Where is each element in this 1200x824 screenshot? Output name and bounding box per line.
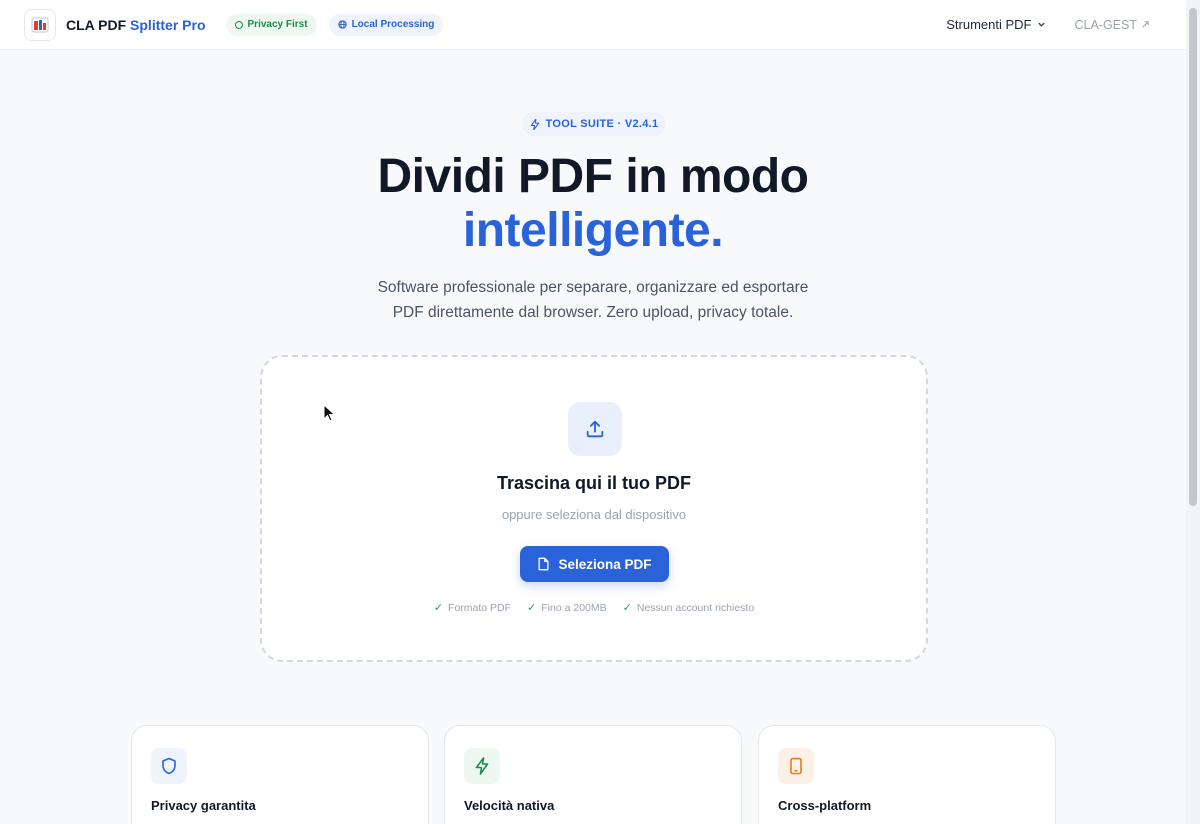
chevron-down-icon xyxy=(1038,22,1046,27)
select-pdf-label: Seleziona PDF xyxy=(558,556,652,572)
page-scrollbar[interactable] xyxy=(1186,0,1200,824)
feature-card-privacy: Privacy garantita xyxy=(131,725,429,824)
bolt-icon-box xyxy=(464,748,500,784)
local-processing-badge: Local Processing xyxy=(328,13,444,36)
select-pdf-button[interactable]: Seleziona PDF xyxy=(520,546,669,582)
cla-gest-label: CLA-GEST xyxy=(1074,17,1137,32)
version-badge-label: TOOL SUITE · V2.4.1 xyxy=(545,118,659,130)
feature-card-title: Cross-platform xyxy=(778,798,872,813)
feature-card-crossplatform: Cross-platform xyxy=(758,725,1056,824)
hero-title-line1: Dividi PDF in modo xyxy=(377,150,810,203)
check-icon: ✓ xyxy=(433,602,444,614)
dropzone-title: Trascina qui il tuo PDF xyxy=(496,473,692,493)
version-badge: TOOL SUITE · V2.4.1 xyxy=(522,112,666,136)
feature-card-speed: Velocità nativa xyxy=(444,725,742,824)
globe-icon xyxy=(337,20,347,29)
top-header: CLA PDF Splitter Pro Privacy First Local… xyxy=(0,0,1186,50)
feature-label: Formato PDF xyxy=(448,601,512,614)
feature-card-title: Privacy garantita xyxy=(151,798,256,813)
brand-accent-text: Splitter Pro xyxy=(130,16,206,33)
bolt-icon xyxy=(530,118,539,130)
app-logo[interactable] xyxy=(24,8,56,41)
feature-item: ✓ Nessun account richiesto xyxy=(622,601,755,615)
dropzone-subtitle: oppure seleziona dal dispositivo xyxy=(501,507,687,522)
file-icon xyxy=(538,557,550,571)
privacy-badge-label: Privacy First xyxy=(247,19,308,30)
cla-gest-link[interactable]: CLA-GEST xyxy=(1074,18,1150,32)
feature-card-title: Velocità nativa xyxy=(464,798,555,813)
tools-dropdown-label: Strumenti PDF xyxy=(946,17,1032,32)
privacy-first-badge: Privacy First xyxy=(225,13,317,36)
hero-title: Dividi PDF in modo intelligente. xyxy=(0,150,1186,258)
hero-subtitle-line2: PDF direttamente dal browser. Zero uploa… xyxy=(392,304,794,321)
shield-dot-icon xyxy=(234,20,243,29)
brand-name[interactable]: CLA PDF Splitter Pro xyxy=(66,17,206,33)
bolt-icon xyxy=(475,757,489,775)
tools-dropdown[interactable]: Strumenti PDF xyxy=(946,17,1046,32)
pdf-dropzone[interactable]: Trascina qui il tuo PDF oppure seleziona… xyxy=(260,355,928,662)
hero-subtitle-line1: Software professionale per separare, org… xyxy=(377,279,809,296)
shield-icon xyxy=(162,757,176,775)
logo-icon xyxy=(31,17,49,32)
mouse-cursor-icon xyxy=(323,404,336,422)
scrollbar-thumb[interactable] xyxy=(1189,8,1197,506)
shield-icon-box xyxy=(151,748,187,784)
feature-item: ✓ Fino a 200MB xyxy=(527,601,607,615)
local-badge-label: Local Processing xyxy=(351,19,435,30)
check-icon: ✓ xyxy=(527,602,537,614)
feature-label: Nessun account richiesto xyxy=(636,601,755,614)
feature-item: ✓ Formato PDF xyxy=(433,601,512,615)
hero-title-accent: intelligente. xyxy=(462,204,724,257)
phone-icon-box xyxy=(778,748,814,784)
phone-icon xyxy=(790,757,802,775)
check-icon: ✓ xyxy=(622,602,632,614)
hero-subtitle: Software professionale per separare, org… xyxy=(0,275,1186,325)
upload-icon xyxy=(586,420,604,438)
external-link-icon xyxy=(1142,21,1149,28)
feature-label: Fino a 200MB xyxy=(541,601,607,614)
dropzone-features: ✓ Formato PDF ✓ Fino a 200MB ✓ Nessun ac… xyxy=(262,601,926,615)
brand-main-text: CLA PDF xyxy=(66,16,127,33)
upload-icon-box xyxy=(568,402,622,456)
